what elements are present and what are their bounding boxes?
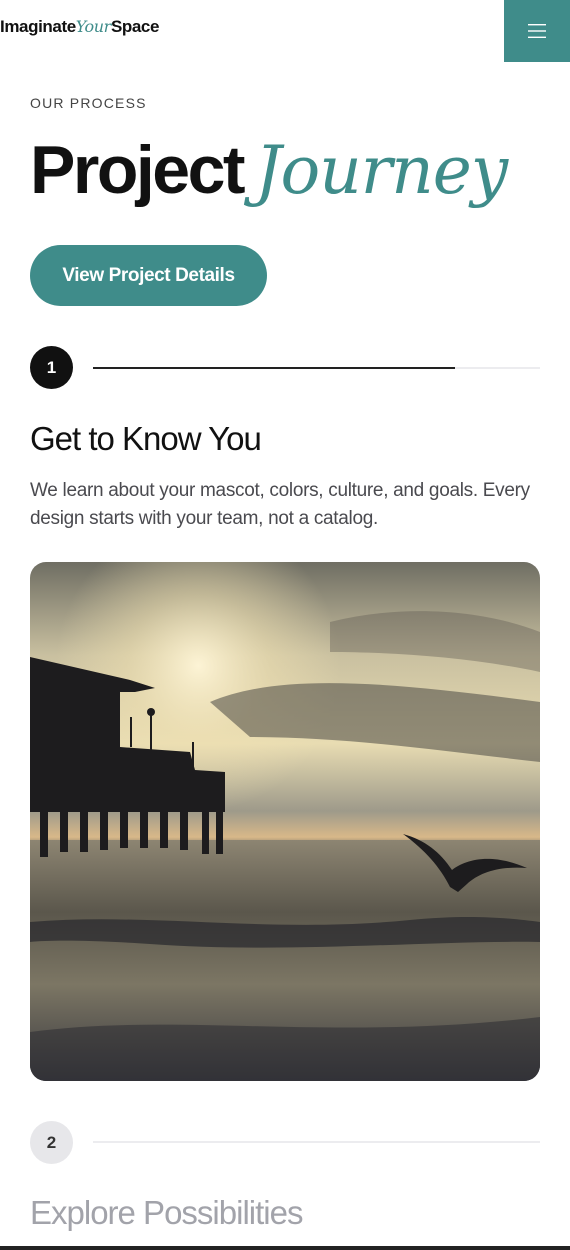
brand-logo[interactable]: ImaginateYourSpace [0, 17, 159, 37]
hamburger-icon [528, 24, 546, 38]
step-2-progress-track [93, 1141, 540, 1143]
logo-text-your: Your [75, 17, 112, 36]
step-1-title: Get to Know You [30, 420, 262, 457]
logo-text-imaginate: Imaginate [0, 17, 76, 36]
step-2-title: Explore Possibilities [30, 1194, 303, 1231]
step-1-photo [30, 562, 540, 1081]
title-bold: Project [30, 132, 246, 208]
step-1-description: We learn about your mascot, colors, cult… [30, 480, 530, 529]
title-script: Journey [255, 132, 508, 209]
step-1-progress-fill [93, 367, 456, 369]
section-eyebrow: OUR PROCESS [30, 95, 147, 111]
step-1-progress-track [93, 367, 540, 369]
menu-button[interactable] [504, 0, 570, 62]
page-title: Project Journey [30, 136, 508, 204]
step-1-badge: 1 [30, 346, 73, 389]
view-project-details-button[interactable]: View Project Details [30, 245, 267, 306]
pier-sunset-image [30, 562, 540, 1081]
site-header: ImaginateYourSpace [0, 0, 570, 62]
step-2-badge: 2 [30, 1121, 73, 1164]
logo-text-space: Space [110, 17, 160, 36]
bottom-divider [0, 1246, 570, 1250]
